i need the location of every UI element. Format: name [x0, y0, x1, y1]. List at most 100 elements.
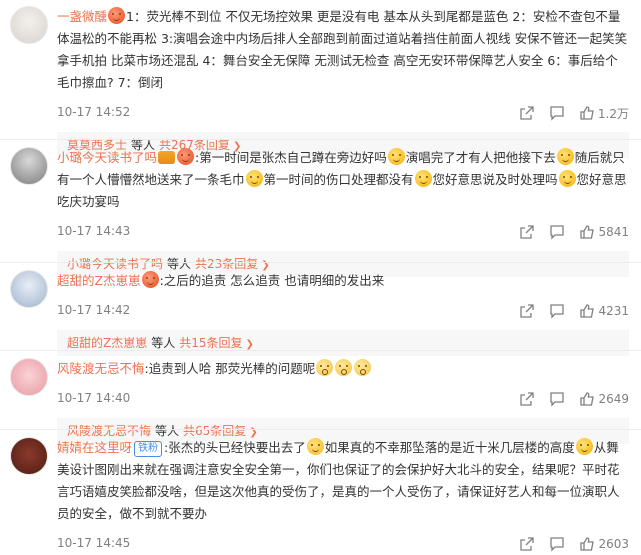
comment-content: :张杰的头已经快要出去了	[164, 440, 306, 455]
like-button[interactable]: 2603	[579, 536, 629, 552]
comment-meta: 10-17 14:45 2603	[57, 533, 629, 555]
share-icon	[520, 106, 534, 120]
comment-actions: 2649	[519, 388, 629, 410]
comment-actions: 4231	[519, 300, 629, 322]
comment-text: 一盏微醺 1：荧光棒不到位 不仅无场控效果 更是没有电 基本从头到尾都是蓝色 2：…	[57, 6, 629, 94]
reply-total[interactable]: 共23条回复	[195, 257, 258, 271]
comment-actions: 2603	[519, 533, 629, 555]
comment-text: 风陵渡无忌不悔:追责到人哈 那荧光棒的问题呢	[57, 358, 629, 380]
like-count: 1.2万	[597, 106, 629, 121]
like-count: 2649	[598, 392, 629, 406]
comment-time: 10-17 14:45	[57, 536, 131, 550]
share-icon	[520, 225, 535, 239]
reply-username[interactable]: 小璐今天读书了吗	[67, 257, 163, 271]
share-button[interactable]	[519, 224, 535, 240]
comment-content: 如果真的不幸那坠落的是近十米几层楼的高度	[324, 440, 575, 455]
share-button[interactable]	[519, 105, 535, 121]
face-emoji	[108, 7, 126, 24]
comment-content: 第一时间的伤口处理都没有	[263, 172, 414, 187]
avatar[interactable]	[10, 358, 48, 396]
share-button[interactable]	[519, 536, 535, 552]
thumbs-up-icon	[580, 537, 595, 551]
comment-text: 超甜的Z杰崽崽 :之后的追责 怎么追责 也请明细的发出来	[57, 270, 629, 292]
comment-time: 10-17 14:40	[57, 391, 131, 405]
face-emoji	[177, 148, 195, 165]
like-button[interactable]: 1.2万	[579, 105, 629, 122]
comment-content: :追责到人哈 那荧光棒的问题呢	[144, 361, 316, 376]
reply-total[interactable]: 共65条回复	[183, 424, 246, 438]
like-count: 4231	[598, 304, 629, 318]
divider	[0, 139, 641, 140]
comment-meta: 10-17 14:42 4231	[57, 300, 629, 322]
avatar[interactable]	[10, 6, 48, 44]
comment-content: 演唱完了才有人把他接下去	[405, 150, 556, 165]
comment-meta: 10-17 14:52 1.2万	[57, 102, 629, 124]
comment-content: :第一时间是张杰自己蹲在旁边好吗	[195, 150, 387, 165]
thumbs-up-icon	[580, 304, 595, 318]
comment-icon	[550, 304, 565, 319]
share-icon	[520, 392, 535, 406]
smile-emoji	[387, 148, 405, 165]
comment-button[interactable]	[549, 391, 565, 407]
share-button[interactable]	[519, 391, 535, 407]
divider	[0, 350, 641, 351]
reply-etc: 等人	[151, 336, 176, 350]
comment-time: 10-17 14:43	[57, 224, 131, 238]
fan-badge: 铁粉	[134, 441, 163, 457]
comment-username[interactable]: 一盏微醺	[57, 9, 107, 24]
comment-username[interactable]: 风陵渡无忌不悔	[57, 361, 145, 376]
divider	[0, 429, 641, 430]
comment-icon	[550, 537, 565, 552]
like-button[interactable]: 4231	[579, 303, 629, 319]
comment-meta: 10-17 14:43 5841	[57, 221, 629, 243]
smile-emoji	[558, 170, 576, 187]
reply-username[interactable]: 超甜的Z杰崽崽	[67, 336, 147, 350]
comment-time: 10-17 14:52	[57, 105, 131, 119]
cry-emoji	[306, 438, 324, 455]
comment-icon	[550, 392, 565, 407]
comment-username[interactable]: 超甜的Z杰崽崽	[57, 273, 141, 288]
share-button[interactable]	[519, 303, 535, 319]
smile-emoji	[245, 170, 263, 187]
avatar[interactable]	[10, 147, 48, 185]
comment-icon	[550, 225, 565, 240]
thumbs-up-icon	[580, 106, 594, 120]
like-count: 2603	[598, 537, 629, 551]
shock-emoji	[316, 359, 334, 376]
comment-button[interactable]	[549, 536, 565, 552]
comment-button[interactable]	[549, 303, 565, 319]
replies-summary[interactable]: 超甜的Z杰崽崽 等人 共15条回复 ❯	[57, 330, 629, 356]
smile-emoji	[414, 170, 432, 187]
reply-etc: 等人	[155, 424, 180, 438]
share-icon	[520, 537, 535, 551]
comment-meta: 10-17 14:40 2649	[57, 388, 629, 410]
divider	[0, 262, 641, 263]
shock-emoji	[354, 359, 372, 376]
chevron-right-icon: ❯	[245, 339, 254, 350]
like-count: 5841	[598, 225, 629, 239]
comment-content: :之后的追责 怎么追责 也请明细的发出来	[159, 273, 385, 288]
comment-text: 婧婧在这里呀 铁粉:张杰的头已经快要出去了 如果真的不幸那坠落的是近十米几层楼的高度…	[57, 437, 629, 525]
avatar[interactable]	[10, 437, 48, 475]
reply-etc: 等人	[167, 257, 192, 271]
thumbs-up-icon	[580, 392, 595, 406]
like-button[interactable]: 2649	[579, 391, 629, 407]
comment-actions: 1.2万	[519, 102, 629, 124]
face-emoji	[141, 271, 159, 288]
comment-content: 1：荧光棒不到位 不仅无场控效果 更是没有电 基本从头到尾都是蓝色 2：安检不查…	[57, 9, 628, 90]
comment-text: 小璐今天读书了吗:第一时间是张杰自己蹲在旁边好吗 演唱完了才有人把他接下去 随后就只…	[57, 147, 629, 213]
comment-button[interactable]	[549, 105, 565, 121]
reply-username[interactable]: 风陵渡无忌不悔	[67, 424, 151, 438]
comment-username[interactable]: 小璐今天读书了吗	[57, 150, 157, 165]
comment-button[interactable]	[549, 224, 565, 240]
like-button[interactable]: 5841	[579, 224, 629, 240]
smile-emoji	[575, 438, 593, 455]
smile-emoji	[556, 148, 574, 165]
reply-total[interactable]: 共15条回复	[179, 336, 242, 350]
thumbs-up-icon	[580, 225, 595, 239]
avatar[interactable]	[10, 270, 48, 308]
comment-username[interactable]: 婧婧在这里呀	[57, 440, 132, 455]
comment-time: 10-17 14:42	[57, 303, 131, 317]
fan-badge-icon	[158, 151, 176, 164]
comment-actions: 5841	[519, 221, 629, 243]
